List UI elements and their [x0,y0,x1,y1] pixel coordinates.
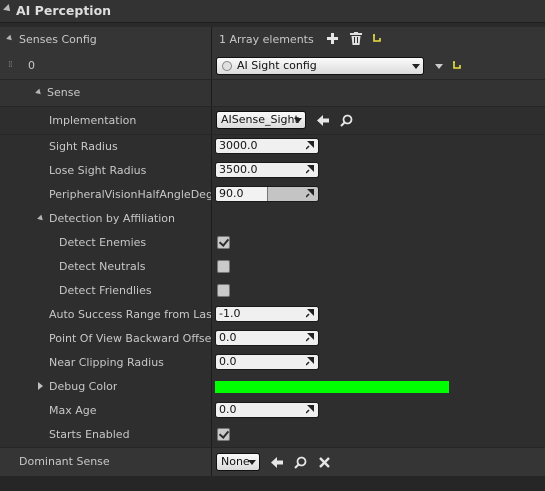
debug-color-swatch[interactable] [215,381,449,393]
near-clip-row: Near Clipping Radius 0.0 [0,351,545,376]
peripheral-angle-slider[interactable]: 90.0 [215,186,319,202]
detect-enemies-label: Detect Enemies [59,236,147,249]
dominant-sense-value: None [221,455,250,468]
starts-enabled-row: Starts Enabled [0,423,545,448]
resize-handle-icon[interactable] [306,165,315,174]
use-selected-arrow-icon[interactable] [317,115,329,126]
asset-thumbnail-icon [222,61,232,71]
near-clip-input[interactable]: 0.0 [215,354,319,370]
expand-arrow-icon[interactable] [38,382,43,390]
detect-neutrals-label: Detect Neutrals [59,260,146,273]
sight-radius-row: Sight Radius 3000.0 [0,135,545,160]
lose-sight-radius-row: Lose Sight Radius 3500.0 [0,159,545,184]
lose-sight-radius-value: 3500.0 [219,163,258,176]
resize-handle-icon[interactable] [306,141,315,150]
dominant-sense-label: Dominant Sense [19,455,110,468]
detect-friendlies-checkbox[interactable] [217,284,230,297]
implementation-dropdown[interactable]: AISense_Sight [216,111,306,129]
starts-enabled-label: Starts Enabled [49,428,130,441]
add-element-icon[interactable] [327,33,338,44]
chevron-down-icon [412,64,420,69]
affiliation-row: Detection by Affiliation [0,207,545,232]
max-age-input[interactable]: 0.0 [215,402,319,418]
implementation-value: AISense_Sight [221,113,299,126]
resize-handle-icon[interactable] [306,357,315,366]
expand-arrow-icon[interactable] [6,34,14,43]
category-header[interactable]: AI Perception [0,0,545,23]
browse-magnifier-icon[interactable] [294,456,307,469]
detect-neutrals-checkbox[interactable] [217,260,230,273]
detect-enemies-row: Detect Enemies [0,231,545,256]
sense-config-dropdown[interactable]: AI Sight config [216,57,424,75]
chevron-down-icon [248,460,256,465]
auto-success-value: -1.0 [219,307,241,320]
panel-bottom [0,477,545,491]
auto-success-input[interactable]: -1.0 [215,306,319,322]
peripheral-angle-row: PeripheralVisionHalfAngleDegrees 90.0 [0,183,545,208]
max-age-row: Max Age 0.0 [0,399,545,424]
implementation-row: Implementation AISense_Sight [0,107,545,135]
implementation-label: Implementation [49,114,137,127]
pov-offset-label: Point Of View Backward Offset [49,332,211,345]
element-options-icon[interactable] [435,64,443,69]
debug-color-label: Debug Color [49,380,118,393]
auto-success-label: Auto Success Range from Last Seen Locati… [49,308,211,321]
sense-label: Sense [47,86,81,99]
dominant-sense-dropdown[interactable]: None [216,453,260,471]
senses-config-label: Senses Config [19,33,97,46]
array-element-row: ⁞⁞ 0 AI Sight config [0,53,545,80]
pov-offset-row: Point Of View Backward Offset 0.0 [0,327,545,352]
detect-neutrals-row: Detect Neutrals [0,255,545,280]
sense-row: Sense [0,80,545,107]
clear-close-icon[interactable] [319,457,330,468]
sight-radius-input[interactable]: 3000.0 [215,138,319,154]
near-clip-label: Near Clipping Radius [49,356,164,369]
lose-sight-radius-input[interactable]: 3500.0 [215,162,319,178]
use-selected-arrow-icon[interactable] [271,457,283,468]
resize-handle-icon[interactable] [306,333,315,342]
expand-arrow-icon[interactable] [37,214,45,223]
array-count: 1 Array elements [219,33,314,46]
reset-to-default-icon[interactable] [372,34,382,43]
resize-handle-icon[interactable] [306,189,315,198]
dominant-sense-row: Dominant Sense None [0,448,545,477]
near-clip-value: 0.0 [219,355,237,368]
detect-friendlies-label: Detect Friendlies [59,284,152,297]
peripheral-angle-label: PeripheralVisionHalfAngleDegrees [49,188,211,201]
auto-success-row: Auto Success Range from Last Seen Locati… [0,303,545,328]
drag-handle-icon[interactable]: ⁞⁞ [8,60,13,70]
debug-color-row: Debug Color [0,375,545,400]
affiliation-label: Detection by Affiliation [49,212,176,225]
sight-radius-value: 3000.0 [219,139,258,152]
detect-enemies-checkbox[interactable] [217,236,230,249]
browse-magnifier-icon[interactable] [340,114,353,127]
element-index: 0 [28,59,35,72]
sense-config-value: AI Sight config [237,59,317,72]
lose-sight-radius-label: Lose Sight Radius [49,164,147,177]
reset-to-default-icon[interactable] [452,61,462,70]
delete-all-icon[interactable] [350,32,362,45]
pov-offset-value: 0.0 [219,331,237,344]
chevron-down-icon [294,118,302,123]
pov-offset-input[interactable]: 0.0 [215,330,319,346]
category-title: AI Perception [16,3,112,18]
resize-handle-icon[interactable] [306,309,315,318]
resize-handle-icon[interactable] [306,405,315,414]
max-age-value: 0.0 [219,403,237,416]
collapse-arrow-icon[interactable] [3,4,13,14]
detect-friendlies-row: Detect Friendlies [0,279,545,304]
senses-config-row: Senses Config 1 Array elements [0,27,545,54]
expand-arrow-icon[interactable] [35,88,43,97]
max-age-label: Max Age [49,404,97,417]
sight-radius-label: Sight Radius [49,140,118,153]
peripheral-angle-value: 90.0 [219,187,244,200]
starts-enabled-checkbox[interactable] [217,428,230,441]
